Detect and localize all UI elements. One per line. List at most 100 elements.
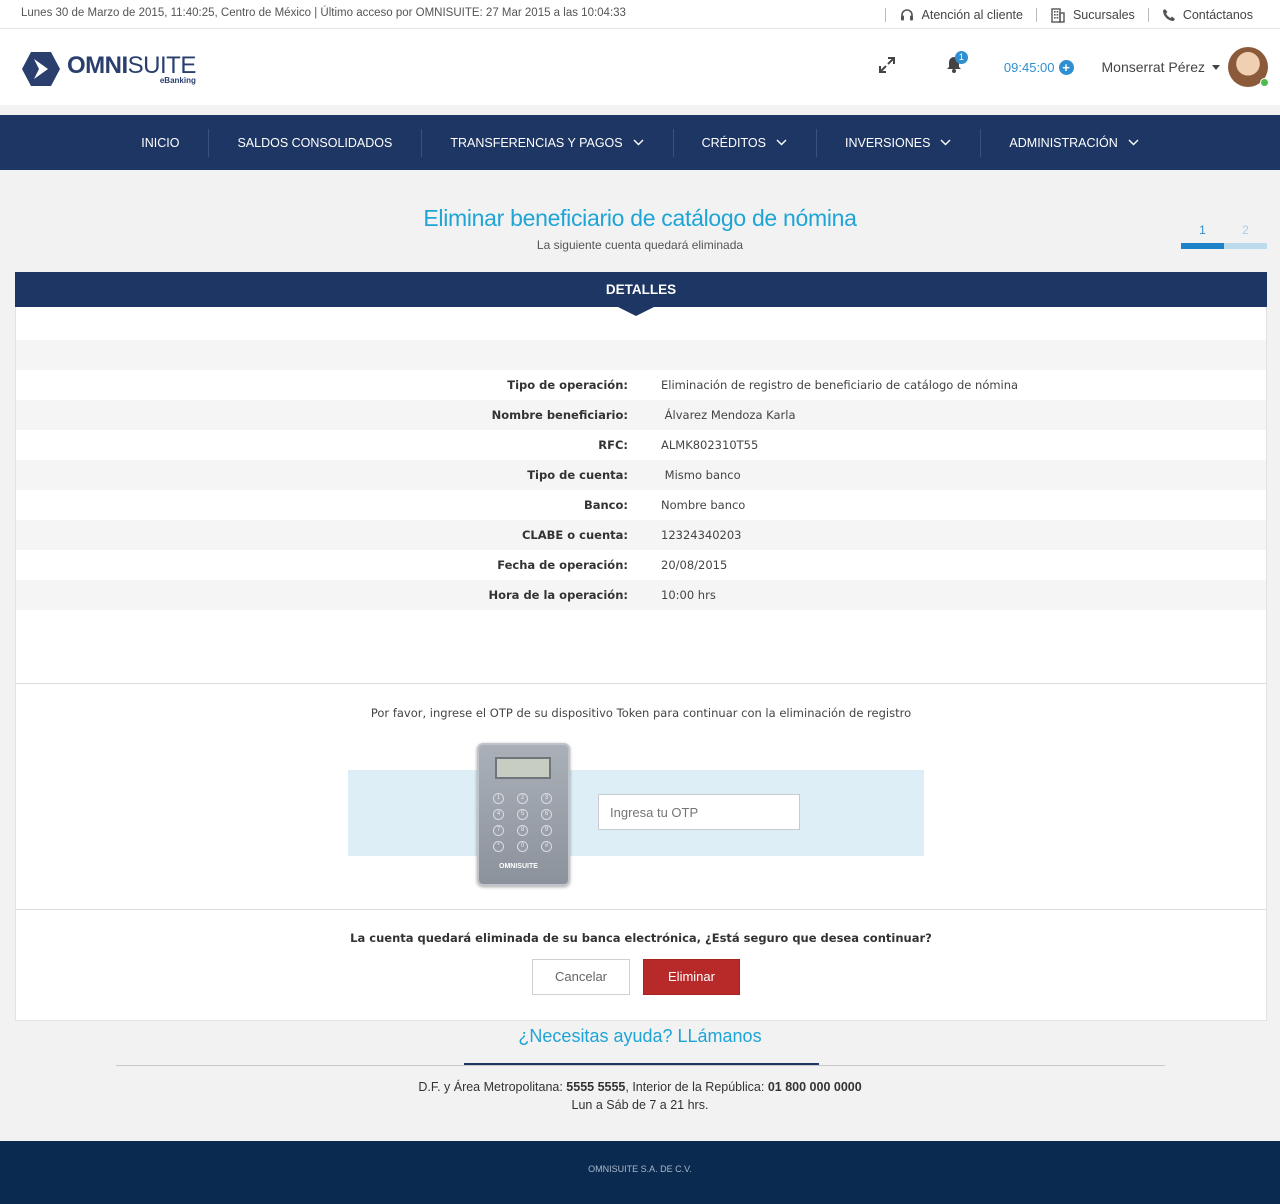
- token-key: 0: [517, 841, 528, 852]
- extend-session-button[interactable]: +: [1058, 59, 1074, 75]
- caret-down-icon: [1212, 64, 1220, 70]
- chevron-down-icon: [633, 139, 644, 146]
- chevron-down-icon: [776, 139, 787, 146]
- cancel-button[interactable]: Cancelar: [532, 959, 630, 995]
- user-menu[interactable]: Monserrat Pérez: [1101, 47, 1269, 87]
- spacer-row: [16, 340, 1266, 370]
- detail-label: Tipo de cuenta:: [527, 468, 628, 482]
- fullscreen-button[interactable]: [878, 56, 896, 79]
- token-key: 1: [493, 793, 504, 804]
- step-2: 2: [1242, 223, 1249, 237]
- interior-phone: 01 800 000 0000: [767, 1080, 862, 1094]
- top-links: Atención al cliente Sucursales Contáctan…: [872, 0, 1253, 29]
- detail-label: RFC:: [598, 438, 628, 452]
- user-name: Monserrat Pérez: [1101, 59, 1205, 75]
- step-indicator: 1 2: [1181, 223, 1267, 249]
- nav-item-saldos[interactable]: SALDOS CONSOLIDADOS: [208, 115, 421, 170]
- branches-label: Sucursales: [1072, 7, 1135, 22]
- token-screen: [495, 757, 551, 779]
- token-key: 5: [517, 809, 528, 820]
- session-info: Lunes 30 de Marzo de 2015, 11:40:25, Cen…: [21, 7, 626, 19]
- footer: OMNISUITE S.A. DE C.V.: [0, 1141, 1280, 1204]
- divider: [16, 683, 1266, 684]
- chevron-down-icon: [940, 139, 951, 146]
- building-icon: [1051, 7, 1065, 23]
- nav-item-transferencias[interactable]: TRANSFERENCIAS Y PAGOS: [421, 115, 672, 170]
- timer-value: 09:45:00: [1003, 59, 1055, 75]
- divider: [16, 909, 1266, 910]
- nav-item-label: TRANSFERENCIAS Y PAGOS: [450, 135, 623, 150]
- nav-item-label: INVERSIONES: [844, 135, 931, 150]
- notification-badge: 1: [954, 51, 968, 64]
- session-timer: 09:45:00 +: [1003, 59, 1074, 75]
- help-hours: Lun a Sáb de 7 a 21 hrs.: [571, 1098, 709, 1112]
- nav-item-administracion[interactable]: ADMINISTRACIÓN: [980, 115, 1167, 170]
- detail-value: 20/08/2015: [661, 558, 728, 572]
- nav-item-inversiones[interactable]: INVERSIONES: [815, 115, 980, 170]
- divider: [116, 1065, 1165, 1066]
- help-accent-line: [464, 1063, 819, 1065]
- headset-icon: [900, 8, 913, 20]
- detail-label: Tipo de operación:: [507, 378, 628, 392]
- logo-mark-icon: [22, 52, 60, 86]
- contact-link[interactable]: Contáctanos: [1162, 8, 1253, 22]
- token-logo: OMNISUITE: [499, 863, 538, 870]
- phone-icon: [1162, 8, 1175, 21]
- step-2-bar: [1224, 243, 1267, 249]
- header-controls: 1 09:45:00 + Monserrat Pérez: [878, 29, 1269, 105]
- logo-sub: eBanking: [159, 76, 196, 85]
- divider: [1147, 7, 1149, 22]
- nav-item-inicio[interactable]: INICIO: [112, 115, 208, 170]
- token-key: 3: [541, 793, 552, 804]
- df-label: D.F. y Área Metropolitana:: [418, 1080, 567, 1094]
- details-heading: DETALLES: [15, 272, 1267, 316]
- logo-brand-light: SUITE: [127, 52, 197, 79]
- detail-row: CLABE o cuenta: 12324340203: [16, 520, 1266, 550]
- detail-value: Mismo banco: [661, 468, 741, 482]
- detail-row: Fecha de operación: 20/08/2015: [16, 550, 1266, 580]
- confirm-question: La cuenta quedará eliminada de su banca …: [350, 931, 932, 945]
- detail-label: Nombre beneficiario:: [491, 408, 628, 422]
- omnisuite-logo[interactable]: OMNISUITE eBanking: [21, 51, 196, 87]
- main-nav: INICIO SALDOS CONSOLIDADOS TRANSFERENCIA…: [0, 115, 1280, 170]
- branches-link[interactable]: Sucursales: [1050, 7, 1135, 23]
- logo-text: OMNISUITE eBanking: [67, 51, 197, 85]
- nav-item-creditos[interactable]: CRÉDITOS: [672, 115, 816, 170]
- detail-row: Tipo de operación: Eliminación de registr…: [16, 370, 1266, 400]
- expand-icon: [878, 56, 895, 73]
- detail-value: 10:00 hrs: [661, 588, 716, 602]
- page-subtitle: La siguiente cuenta quedará eliminada: [536, 238, 744, 252]
- detail-value: Eliminación de registro de beneficiario …: [661, 378, 1019, 392]
- detail-row: RFC: ALMK802310T55: [16, 430, 1266, 460]
- details-card: DETALLES Tipo de operación: Eliminación d…: [15, 272, 1267, 1021]
- contact-label: Contáctanos: [1182, 7, 1253, 22]
- detail-value: 12324340203: [661, 528, 742, 542]
- detail-row: Tipo de cuenta: Mismo banco: [16, 460, 1266, 490]
- logo-brand-bold: OMNI: [67, 52, 128, 79]
- detail-row: Nombre beneficiario: Álvarez Mendoza Kar…: [16, 400, 1266, 430]
- phone-line: D.F. y Área Metropolitana: 5555 5555, In…: [0, 1078, 1280, 1096]
- header: OMNISUITE eBanking 1 09:45:00 + Monserra…: [0, 29, 1280, 105]
- detail-label: Banco:: [583, 498, 628, 512]
- avatar: [1228, 47, 1269, 87]
- footer-text: OMNISUITE S.A. DE C.V.: [588, 1164, 692, 1174]
- customer-support-link[interactable]: Atención al cliente: [899, 7, 1023, 23]
- details-table: Tipo de operación: Eliminación de registr…: [16, 370, 1266, 610]
- notifications-button[interactable]: 1: [946, 51, 968, 78]
- delete-button[interactable]: Eliminar: [643, 959, 740, 995]
- customer-support-label: Atención al cliente: [921, 7, 1023, 22]
- online-status-icon: [1260, 78, 1269, 87]
- step-progress: [1181, 243, 1267, 249]
- detail-row: Hora de la operación: 10:00 hrs: [16, 580, 1266, 610]
- nav-item-label: INICIO: [141, 135, 180, 150]
- token-key: 2: [517, 793, 528, 804]
- token-key: 8: [517, 825, 528, 836]
- detail-value: Nombre banco: [661, 498, 746, 512]
- token-key: 6: [541, 809, 552, 820]
- otp-panel: [348, 770, 924, 856]
- token-key: *: [493, 841, 504, 852]
- step-1: 1: [1199, 223, 1206, 237]
- divider: [1035, 7, 1037, 22]
- otp-input[interactable]: [598, 794, 800, 830]
- top-info-bar: Lunes 30 de Marzo de 2015, 11:40:25, Cen…: [0, 0, 1280, 29]
